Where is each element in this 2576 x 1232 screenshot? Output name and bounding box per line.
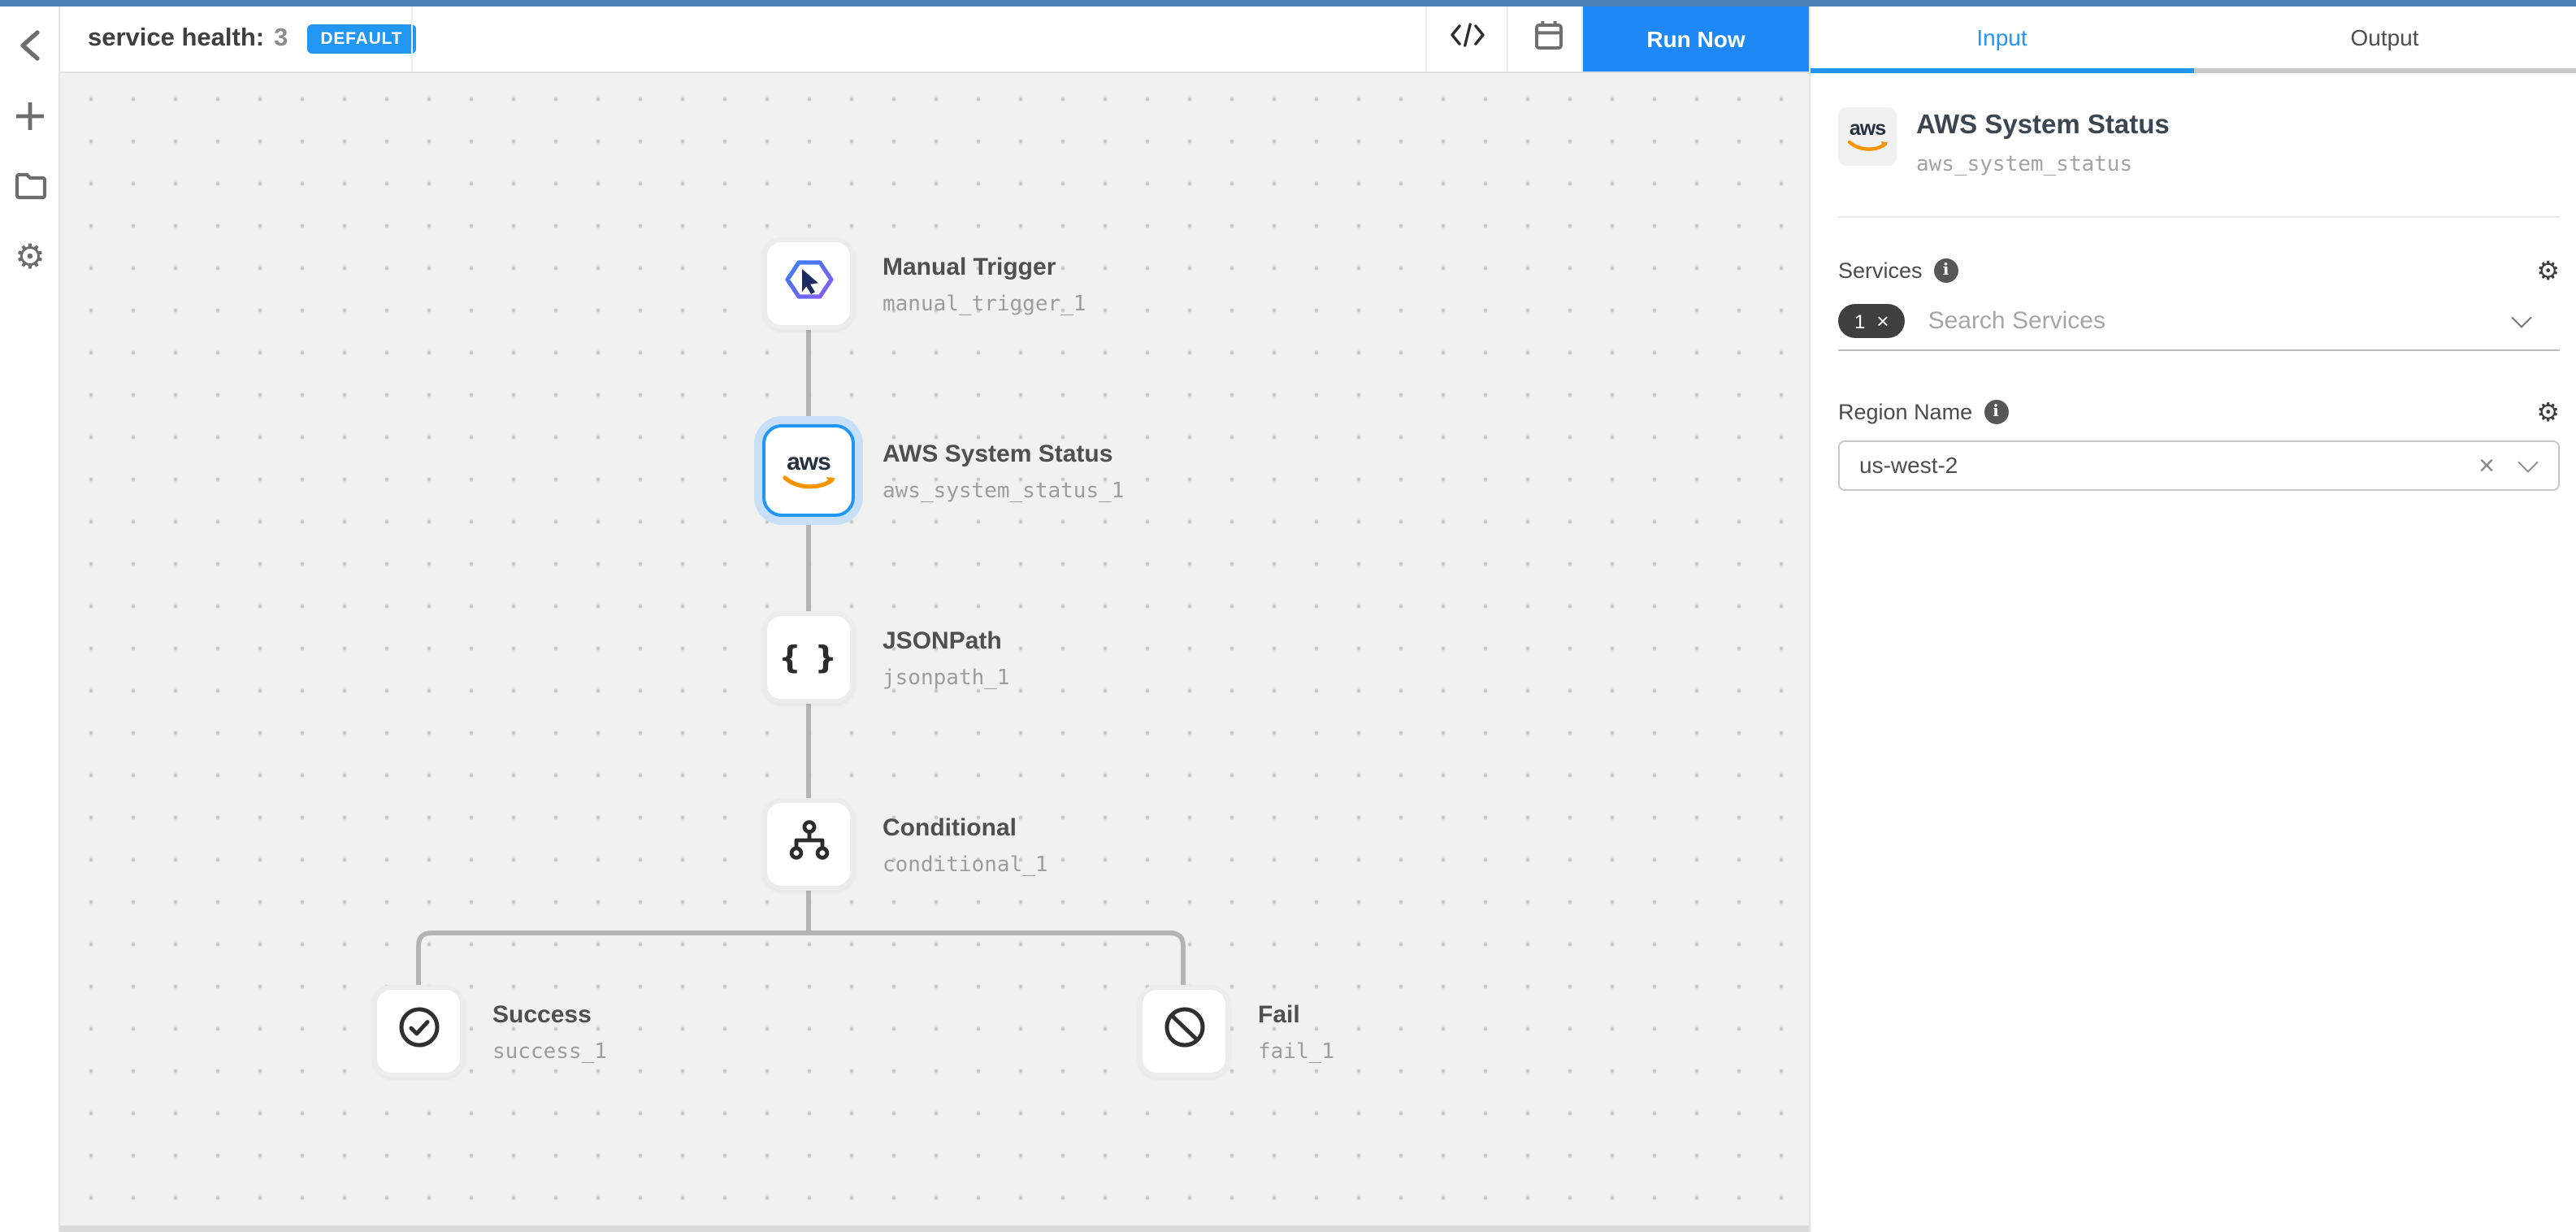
node-card[interactable]: { } xyxy=(762,611,855,704)
header: service health: 3 DEFAULT Run Now xyxy=(60,7,1809,73)
clear-icon[interactable]: × xyxy=(2478,451,2495,479)
manual-trigger-hexagon-cursor-icon xyxy=(783,255,835,312)
no-entry-icon xyxy=(1161,1004,1207,1058)
chevron-left-icon xyxy=(18,29,42,62)
run-now-button[interactable]: Run Now xyxy=(1583,7,1809,72)
tab-output[interactable]: Output xyxy=(2193,7,2576,73)
field-gear-icon[interactable]: ⚙ xyxy=(2536,399,2560,425)
panel-body: aws AWS System Status aws_system_status … xyxy=(1811,107,2576,490)
info-icon[interactable]: i xyxy=(1934,258,1958,283)
node-jsonpath[interactable]: { } JSONPath jsonpath_1 xyxy=(762,611,855,704)
tab-input[interactable]: Input xyxy=(1811,7,2193,73)
config-panel: Input Output aws AWS System Status aws_s… xyxy=(1809,7,2576,1232)
node-label: JSONPath jsonpath_1 xyxy=(883,629,1305,689)
region-combobox[interactable]: × xyxy=(1838,440,2560,490)
settings-button[interactable]: ⚙ xyxy=(0,229,60,284)
node-label: Manual Trigger manual_trigger_1 xyxy=(883,255,1305,315)
node-aws-system-status[interactable]: aws AWS System Status aws_system_status_… xyxy=(762,424,855,517)
schedule-button[interactable] xyxy=(1508,7,1588,72)
chevron-down-icon[interactable] xyxy=(2511,307,2531,328)
node-title: Manual Trigger xyxy=(883,255,1305,280)
node-card[interactable] xyxy=(1138,985,1230,1078)
app: ⚙ service health: 3 DEFAULT Run Now xyxy=(0,0,2576,1232)
plus-icon xyxy=(15,100,46,131)
curly-braces-icon: { } xyxy=(778,640,838,675)
back-button[interactable] xyxy=(0,18,60,73)
node-card[interactable]: aws xyxy=(762,424,855,517)
node-id: manual_trigger_1 xyxy=(883,294,1305,315)
workflow-version: 3 xyxy=(274,24,288,54)
node-label: Conditional conditional_1 xyxy=(883,816,1305,876)
panel-tabs: Input Output xyxy=(1811,7,2576,73)
branch-tree-icon xyxy=(786,819,831,870)
services-label-row: Services i ⚙ xyxy=(1838,258,2560,284)
horizontal-scrollbar[interactable] xyxy=(60,1225,1809,1232)
top-accent-bar xyxy=(0,0,2576,7)
services-multiselect[interactable]: 1 × Search Services xyxy=(1838,293,2560,350)
node-card[interactable] xyxy=(372,985,465,1078)
region-input[interactable] xyxy=(1840,452,2478,478)
panel-node-subtitle: aws_system_status xyxy=(1916,152,2170,176)
panel-node-title: AWS System Status xyxy=(1916,112,2170,139)
folder-icon xyxy=(14,171,46,199)
header-divider xyxy=(411,7,413,72)
field-gear-icon[interactable]: ⚙ xyxy=(2536,258,2560,284)
region-label-row: Region Name i ⚙ xyxy=(1838,399,2560,425)
code-brackets-icon xyxy=(1449,23,1485,55)
default-badge: DEFAULT xyxy=(307,25,415,54)
node-label: AWS System Status aws_system_status_1 xyxy=(883,442,1305,502)
node-label: Fail fail_1 xyxy=(1258,1003,1680,1063)
node-title: JSONPath xyxy=(883,629,1305,653)
node-type-chip: aws xyxy=(1838,107,1897,166)
services-label: Services xyxy=(1838,258,1923,283)
gear-icon: ⚙ xyxy=(15,240,46,274)
sidebar: ⚙ xyxy=(0,7,60,1232)
services-placeholder: Search Services xyxy=(1928,307,2105,335)
aws-logo-icon: aws xyxy=(779,449,838,492)
workflow-name: service health: xyxy=(88,24,264,54)
calendar-icon xyxy=(1533,20,1563,59)
node-title: Conditional xyxy=(883,816,1305,840)
check-circle-icon xyxy=(396,1004,441,1058)
node-label: Success success_1 xyxy=(492,1003,915,1063)
files-button[interactable] xyxy=(0,158,60,213)
region-label: Region Name xyxy=(1838,400,1972,424)
node-title: AWS System Status xyxy=(883,442,1305,466)
node-id: conditional_1 xyxy=(883,855,1305,876)
node-card[interactable] xyxy=(762,237,855,330)
remove-selection-icon[interactable]: × xyxy=(1876,310,1889,332)
node-title: Success xyxy=(492,1003,915,1027)
aws-logo-icon: aws xyxy=(1845,119,1889,154)
node-conditional[interactable]: Conditional conditional_1 xyxy=(762,798,855,891)
code-view-button[interactable] xyxy=(1427,7,1507,72)
node-fail[interactable]: Fail fail_1 xyxy=(1138,985,1230,1078)
add-button[interactable] xyxy=(0,88,60,143)
node-title: Fail xyxy=(1258,1003,1680,1027)
node-id: fail_1 xyxy=(1258,1042,1680,1063)
node-id: jsonpath_1 xyxy=(883,668,1305,689)
selected-count-pill[interactable]: 1 × xyxy=(1838,304,1906,338)
node-card[interactable] xyxy=(762,798,855,891)
node-id: success_1 xyxy=(492,1042,915,1063)
selected-count: 1 xyxy=(1854,310,1865,332)
node-success[interactable]: Success success_1 xyxy=(372,985,465,1078)
workflow-title: service health: 3 DEFAULT xyxy=(88,7,415,72)
panel-divider xyxy=(1838,215,2560,217)
info-icon[interactable]: i xyxy=(1984,400,2008,424)
chevron-down-icon[interactable] xyxy=(2517,451,2538,471)
panel-node-header: aws AWS System Status aws_system_status xyxy=(1838,107,2560,176)
workflow-canvas[interactable]: Manual Trigger manual_trigger_1 aws AWS … xyxy=(60,73,1809,1232)
panel-node-titles: AWS System Status aws_system_status xyxy=(1916,107,2170,176)
node-manual-trigger[interactable]: Manual Trigger manual_trigger_1 xyxy=(762,237,855,330)
node-id: aws_system_status_1 xyxy=(883,481,1305,502)
